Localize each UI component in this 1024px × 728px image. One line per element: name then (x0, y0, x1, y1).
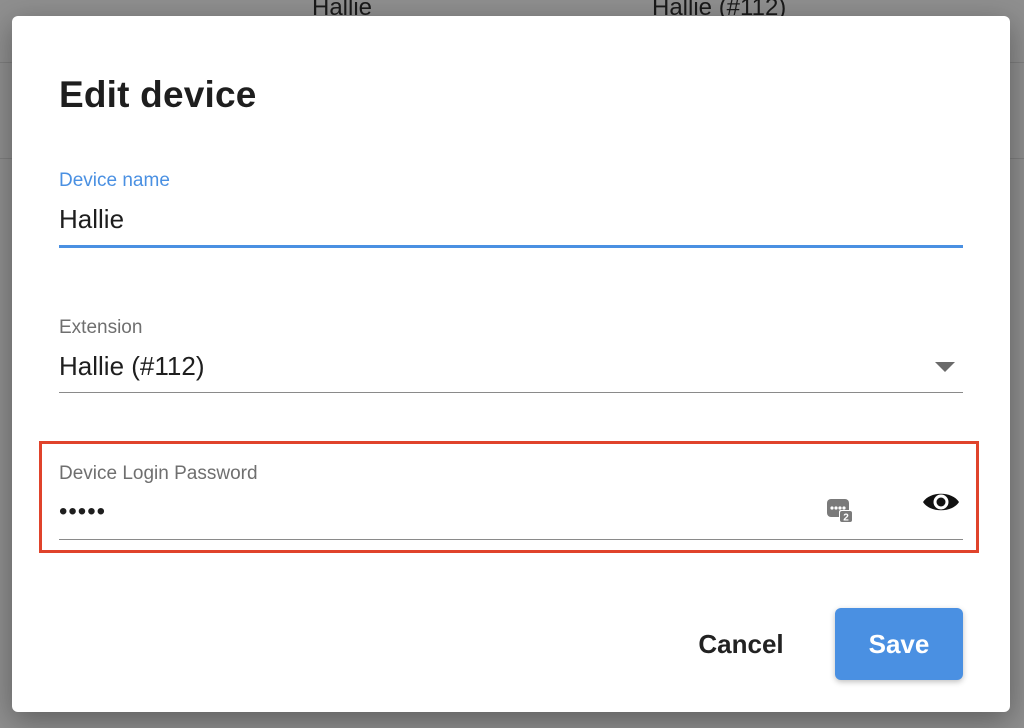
extension-label: Extension (59, 317, 143, 338)
edit-device-dialog: Edit device Device name Hallie Extension… (12, 16, 1010, 712)
device-name-field[interactable]: Device name Hallie (59, 166, 963, 250)
eye-icon[interactable] (921, 488, 961, 516)
extension-select[interactable]: Extension Hallie (#112) (59, 314, 963, 396)
password-manager-icon[interactable]: 2 (827, 497, 853, 523)
chevron-down-icon[interactable] (935, 362, 955, 372)
device-name-input[interactable]: Hallie (59, 204, 124, 235)
device-name-label: Device name (59, 170, 170, 191)
password-underline (59, 539, 963, 540)
password-label: Device Login Password (59, 463, 258, 484)
extension-underline (59, 392, 963, 393)
svg-text:2: 2 (843, 513, 849, 524)
device-name-underline (59, 245, 963, 248)
extension-selected-value[interactable]: Hallie (#112) (59, 351, 204, 382)
cancel-button[interactable]: Cancel (686, 616, 796, 672)
password-input[interactable]: ••••• (59, 498, 106, 526)
save-button[interactable]: Save (835, 608, 963, 680)
dialog-title: Edit device (59, 74, 257, 115)
